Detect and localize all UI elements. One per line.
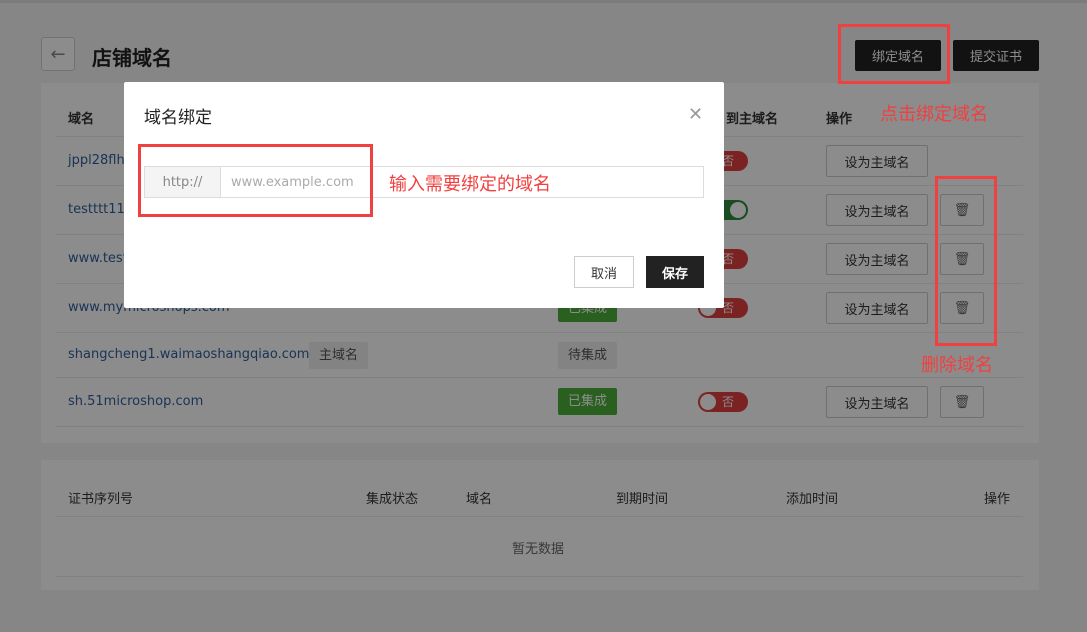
delete-hint-annotation: 删除域名 [921, 355, 993, 376]
bind-highlight-box [838, 24, 950, 84]
input-hint-annotation: 输入需要绑定的域名 [389, 174, 551, 195]
cancel-button[interactable]: 取消 [574, 256, 634, 288]
save-button[interactable]: 保存 [646, 256, 704, 288]
close-icon[interactable]: ✕ [688, 104, 703, 125]
input-highlight-box [138, 144, 373, 217]
dialog-title: 域名绑定 [144, 108, 212, 128]
delete-highlight-box [935, 176, 997, 346]
bind-hint-annotation: 点击绑定域名 [880, 104, 988, 125]
